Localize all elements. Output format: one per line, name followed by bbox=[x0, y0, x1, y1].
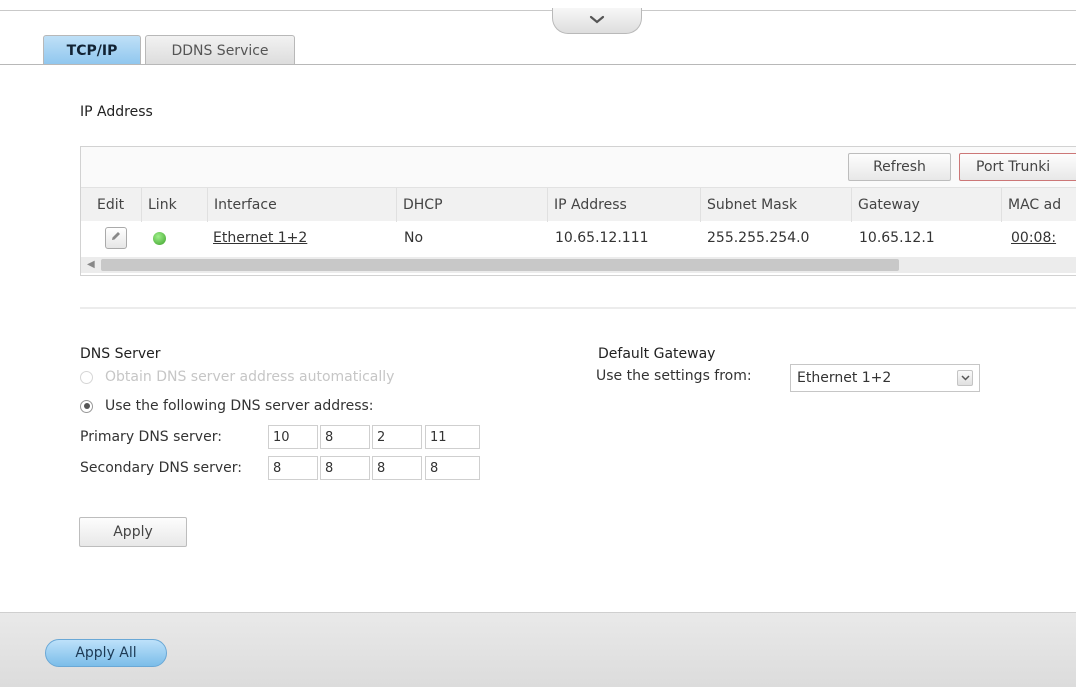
gateway-value: 10.65.12.1 bbox=[859, 230, 935, 246]
dns-auto-radio[interactable] bbox=[80, 370, 93, 384]
secondary-dns-label: Secondary DNS server: bbox=[80, 460, 242, 476]
col-header-interface[interactable]: Interface bbox=[207, 188, 277, 222]
primary-dns-octet-4[interactable] bbox=[425, 425, 480, 449]
gateway-interface-select[interactable]: Ethernet 1+2 bbox=[790, 364, 980, 392]
top-border bbox=[0, 10, 1076, 11]
interface-grid: Refresh Port Trunki Edit Link Interface … bbox=[80, 146, 1076, 276]
secondary-dns-octet-4[interactable] bbox=[425, 456, 480, 480]
primary-dns-label: Primary DNS server: bbox=[80, 429, 222, 445]
gateway-settings-label: Use the settings from: bbox=[596, 368, 752, 384]
section-divider bbox=[80, 307, 1076, 309]
dns-server-title: DNS Server bbox=[80, 346, 161, 362]
col-header-ip-address[interactable]: IP Address bbox=[547, 188, 627, 222]
scroll-left-icon[interactable]: ◀ bbox=[87, 259, 95, 270]
tab-divider bbox=[0, 64, 1076, 65]
col-header-edit[interactable]: Edit bbox=[91, 188, 124, 222]
link-status-icon bbox=[153, 231, 166, 245]
dns-manual-option[interactable]: Use the following DNS server address: bbox=[80, 398, 374, 414]
col-header-subnet-mask[interactable]: Subnet Mask bbox=[700, 188, 797, 222]
collapse-handle[interactable] bbox=[552, 8, 642, 34]
col-header-dhcp[interactable]: DHCP bbox=[396, 188, 443, 222]
chevron-down-icon bbox=[589, 13, 605, 29]
edit-button[interactable] bbox=[105, 227, 127, 249]
dns-manual-radio[interactable] bbox=[80, 399, 93, 413]
grid-header: Edit Link Interface DHCP IP Address Subn… bbox=[81, 187, 1076, 222]
dns-auto-option[interactable]: Obtain DNS server address automatically bbox=[80, 369, 394, 385]
dns-auto-label: Obtain DNS server address automatically bbox=[105, 369, 395, 385]
refresh-button[interactable]: Refresh bbox=[848, 153, 951, 181]
scrollbar-thumb[interactable] bbox=[101, 259, 899, 271]
edit-icon bbox=[110, 230, 122, 246]
tab-ddns-service[interactable]: DDNS Service bbox=[145, 35, 295, 65]
secondary-dns-octet-3[interactable] bbox=[372, 456, 422, 480]
ip-address-section-title: IP Address bbox=[80, 104, 153, 120]
primary-dns-octet-1[interactable] bbox=[268, 425, 318, 449]
grid-toolbar: Refresh Port Trunki bbox=[81, 147, 1076, 187]
apply-all-button[interactable]: Apply All bbox=[45, 639, 167, 667]
gateway-selected-value: Ethernet 1+2 bbox=[797, 370, 892, 386]
default-gateway-title: Default Gateway bbox=[598, 346, 716, 362]
secondary-dns-octet-1[interactable] bbox=[268, 456, 318, 480]
horizontal-scrollbar[interactable]: ◀ bbox=[81, 257, 1076, 273]
apply-button[interactable]: Apply bbox=[79, 517, 187, 547]
ip-address-value: 10.65.12.111 bbox=[555, 230, 649, 246]
tab-tcp-ip[interactable]: TCP/IP bbox=[43, 35, 141, 65]
secondary-dns-octet-2[interactable] bbox=[320, 456, 370, 480]
interface-link[interactable]: Ethernet 1+2 bbox=[213, 230, 307, 246]
primary-dns-octet-2[interactable] bbox=[320, 425, 370, 449]
primary-dns-octet-3[interactable] bbox=[372, 425, 422, 449]
col-header-link[interactable]: Link bbox=[141, 188, 177, 222]
subnet-mask-value: 255.255.254.0 bbox=[707, 230, 810, 246]
tab-bar: TCP/IP DDNS Service bbox=[43, 35, 299, 65]
table-row[interactable]: Ethernet 1+2 No 10.65.12.111 255.255.254… bbox=[81, 221, 1076, 255]
dns-manual-label: Use the following DNS server address: bbox=[105, 398, 374, 414]
col-header-mac-address[interactable]: MAC ad bbox=[1001, 188, 1061, 222]
chevron-down-icon[interactable] bbox=[957, 370, 973, 386]
col-header-gateway[interactable]: Gateway bbox=[851, 188, 920, 222]
port-trunking-button[interactable]: Port Trunki bbox=[959, 153, 1076, 181]
mac-address-link[interactable]: 00:08: bbox=[1011, 230, 1056, 246]
dhcp-value: No bbox=[404, 230, 424, 246]
